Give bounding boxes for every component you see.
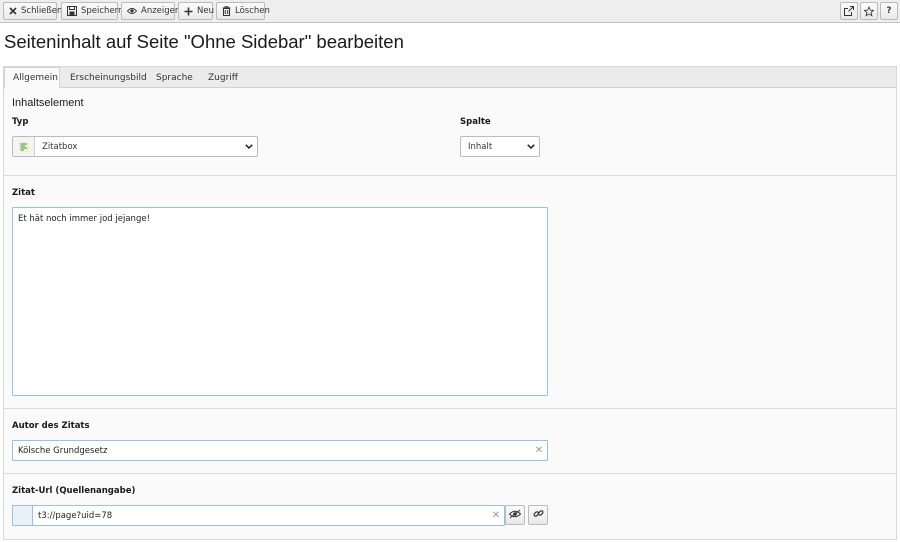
view-label: Anzeigen: [141, 6, 181, 16]
eye-icon: [127, 6, 137, 16]
type-label: Typ: [12, 117, 29, 127]
author-input-value: Kölsche Grundgesetz: [18, 445, 108, 456]
quote-label: Zitat: [12, 188, 35, 198]
help-label: ?: [886, 6, 892, 16]
url-label: Zitat-Url (Quellenangabe): [12, 486, 136, 496]
column-select[interactable]: Inhalt: [460, 136, 540, 157]
plus-icon: [184, 6, 193, 16]
open-new-window-button[interactable]: [840, 2, 858, 20]
tab-allgemein[interactable]: Allgemein: [4, 67, 60, 89]
page-title: Seiteninhalt auf Seite "Ohne Sidebar" be…: [4, 31, 404, 52]
author-label: Autor des Zitats: [12, 421, 90, 431]
link-details-toggle-button[interactable]: [505, 505, 525, 525]
close-label: Schließen: [21, 6, 63, 16]
quote-content-type-icon: [13, 137, 35, 156]
tab-erscheinungsbild[interactable]: Erscheinungsbild: [62, 67, 155, 88]
save-label: Speichern: [81, 6, 124, 16]
column-label: Spalte: [460, 117, 491, 127]
link-icon: [532, 508, 544, 522]
new-button[interactable]: Neu: [178, 2, 214, 20]
bookmark-button[interactable]: [860, 2, 878, 20]
clear-icon[interactable]: ✕: [531, 445, 547, 456]
delete-button[interactable]: Löschen: [216, 2, 270, 20]
url-input[interactable]: t3://page?uid=78 ✕: [12, 505, 505, 526]
tab-label: Erscheinungsbild: [70, 72, 147, 83]
edit-form: Allgemein Erscheinungsbild Sprache Zugri…: [3, 66, 897, 540]
chevron-down-icon: [241, 144, 257, 149]
tab-bar: Allgemein Erscheinungsbild Sprache Zugri…: [4, 67, 896, 89]
column-select-value: Inhalt: [468, 141, 493, 152]
tab-label: Zugriff: [208, 72, 238, 83]
new-label: Neu: [197, 6, 214, 16]
save-icon: [67, 6, 77, 16]
clear-icon[interactable]: ✕: [488, 510, 504, 521]
type-select-value: Zitatbox: [42, 141, 78, 152]
delete-label: Löschen: [235, 6, 270, 16]
external-link-icon: [844, 6, 854, 16]
tab-label: Allgemein: [13, 73, 58, 83]
star-icon: [864, 5, 874, 17]
link-type-indicator: [13, 506, 33, 525]
help-button[interactable]: ?: [880, 2, 898, 20]
author-section: Autor des Zitats Kölsche Grundgesetz ✕: [4, 409, 896, 474]
chevron-down-icon: [523, 144, 539, 149]
quote-textarea[interactable]: Et hät noch immer jod jejange!: [12, 207, 548, 396]
type-select[interactable]: Zitatbox: [12, 136, 258, 157]
view-button[interactable]: Anzeigen: [121, 2, 180, 20]
close-icon: [9, 6, 17, 16]
author-input[interactable]: Kölsche Grundgesetz ✕: [12, 440, 548, 461]
tab-zugriff[interactable]: Zugriff: [200, 67, 246, 88]
section-heading: Inhaltselement: [12, 97, 84, 109]
trash-icon: [222, 6, 231, 16]
content-element-section: Inhaltselement Typ Zitatbox Spalte Inhal…: [4, 89, 896, 176]
toggle-visibility-icon: [508, 509, 522, 522]
url-input-value: t3://page?uid=78: [38, 510, 113, 521]
tab-sprache[interactable]: Sprache: [148, 67, 201, 88]
docheader-toolbar: Schließen Speichern Anzeigen Neu Löschen: [0, 0, 900, 23]
url-section: Zitat-Url (Quellenangabe) t3://page?uid=…: [4, 474, 896, 540]
quote-section: Zitat Et hät noch immer jod jejange!: [4, 176, 896, 409]
tab-label: Sprache: [156, 72, 193, 83]
save-button[interactable]: Speichern: [61, 2, 123, 20]
close-button[interactable]: Schließen: [3, 2, 62, 20]
link-browser-button[interactable]: [528, 505, 548, 525]
